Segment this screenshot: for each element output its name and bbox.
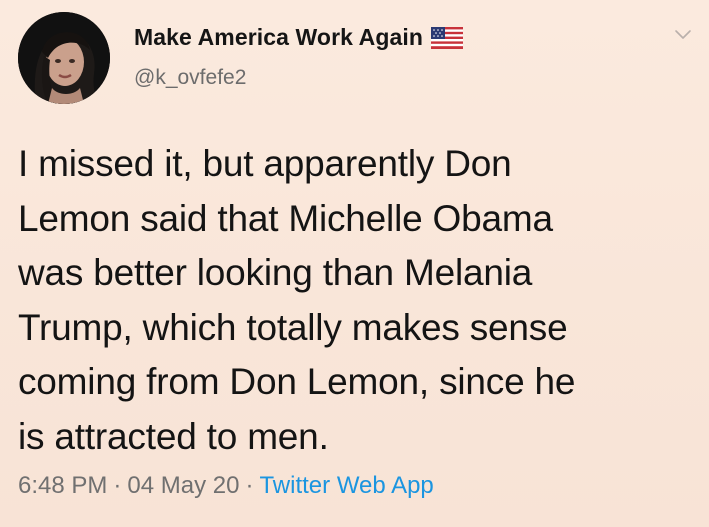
meta-separator: ·: [245, 472, 254, 499]
tweet-text-line: Trump, which totally makes sense: [18, 306, 568, 348]
tweet-time[interactable]: 6:48 PM: [18, 472, 107, 499]
tweet-card: Make America Work Again @k_ovfefe2 I mis…: [0, 0, 709, 527]
tweet-source-link[interactable]: Twitter Web App: [259, 472, 433, 499]
tweet-text-line: is attracted to men.: [18, 415, 329, 457]
display-name[interactable]: Make America Work Again: [134, 24, 423, 51]
meta-separator: ·: [113, 472, 122, 499]
user-handle[interactable]: @k_ovfefe2: [134, 66, 246, 90]
avatar-image: [18, 12, 110, 104]
tweet-text-line: Lemon said that Michelle Obama: [18, 197, 553, 239]
tweet-text: I missed it, but apparently Don Lemon sa…: [18, 137, 698, 465]
us-flag-icon: [431, 26, 464, 49]
display-name-row: Make America Work Again: [134, 24, 464, 51]
tweet-text-line: coming from Don Lemon, since he: [18, 361, 576, 403]
chevron-down-icon[interactable]: [671, 22, 695, 46]
tweet-meta: 6:48 PM · 04 May 20 · Twitter Web App: [18, 472, 434, 500]
tweet-text-line: I missed it, but apparently Don: [18, 143, 512, 184]
avatar[interactable]: [18, 12, 110, 104]
tweet-date[interactable]: 04 May 20: [127, 472, 239, 499]
tweet-text-line: was better looking than Melania: [18, 252, 533, 294]
